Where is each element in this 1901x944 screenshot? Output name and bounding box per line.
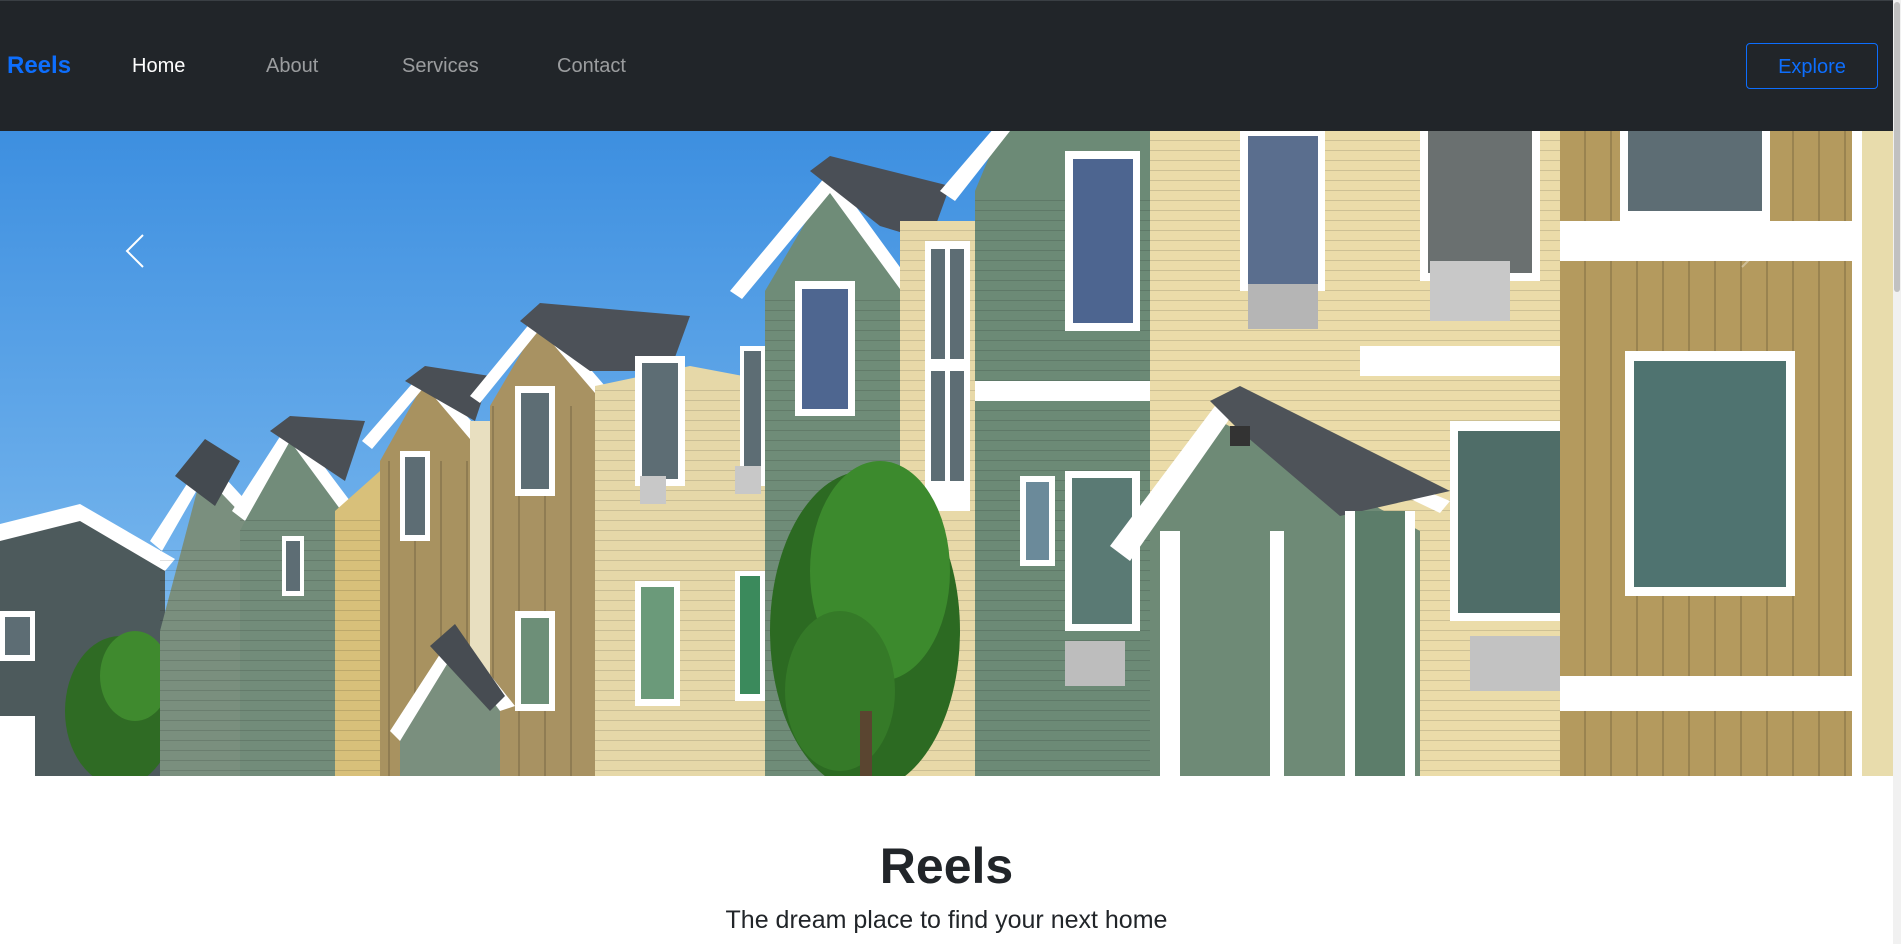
chevron-right-icon	[1741, 234, 1760, 268]
brand-logo-link[interactable]: Reels	[7, 51, 71, 81]
carousel-next-button[interactable]	[1720, 211, 1780, 291]
intro-section: Reels The dream place to find your next …	[0, 776, 1893, 944]
scrollbar-thumb[interactable]	[1894, 2, 1900, 292]
nav-link-home[interactable]: Home	[132, 53, 185, 79]
nav-link-contact[interactable]: Contact	[557, 53, 626, 79]
navbar: Reels Home About Services Contact Explor…	[0, 0, 1893, 131]
explore-button[interactable]: Explore	[1746, 43, 1878, 89]
page: Reels Home About Services Contact Explor…	[0, 0, 1901, 944]
chevron-left-icon	[125, 234, 144, 268]
nav-link-services[interactable]: Services	[402, 53, 479, 79]
intro-title: Reels	[879, 838, 1014, 894]
carousel-prev-button[interactable]	[105, 211, 165, 291]
hero-carousel	[0, 131, 1893, 776]
nav-link-about[interactable]: About	[266, 53, 318, 79]
page-scrollbar[interactable]	[1893, 0, 1901, 944]
hero-image-townhouses	[0, 131, 1893, 776]
intro-subtitle: The dream place to find your next home	[725, 906, 1168, 934]
